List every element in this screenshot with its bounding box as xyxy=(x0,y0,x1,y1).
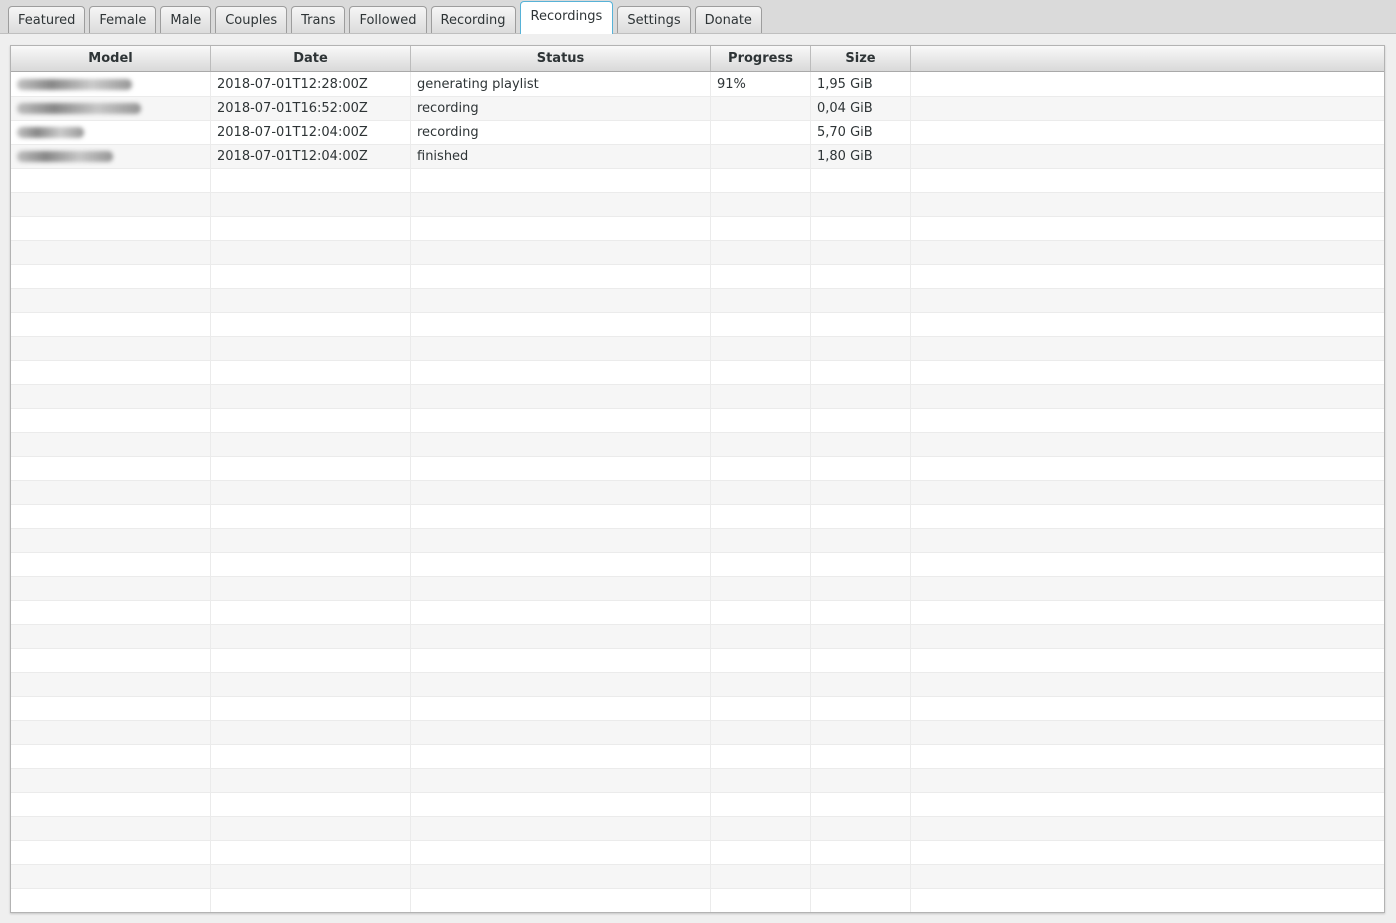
tab-female[interactable]: Female xyxy=(89,6,157,33)
tab-label: Male xyxy=(170,12,202,28)
empty-row xyxy=(11,864,1384,888)
table-row[interactable]: 2018-07-01T12:04:00Z finished 1,80 GiB xyxy=(11,144,1384,168)
empty-row xyxy=(11,408,1384,432)
date-cell: 2018-07-01T16:52:00Z xyxy=(211,97,411,120)
column-header-status[interactable]: Status xyxy=(411,46,711,71)
filler-cell xyxy=(911,97,1384,120)
progress-cell xyxy=(711,145,811,168)
tab-label: Trans xyxy=(301,12,336,28)
tab-label: Couples xyxy=(225,12,278,28)
table-row[interactable]: 2018-07-01T12:28:00Z generating playlist… xyxy=(11,72,1384,96)
table-body: 2018-07-01T12:28:00Z generating playlist… xyxy=(11,72,1384,912)
tab-male[interactable]: Male xyxy=(160,6,212,33)
redacted-model-name xyxy=(17,78,132,90)
status-cell: recording xyxy=(411,121,711,144)
recordings-table: Model Date Status Progress Size 2018-07-… xyxy=(10,45,1385,913)
size-cell: 5,70 GiB xyxy=(811,121,911,144)
empty-row xyxy=(11,792,1384,816)
tab-recordings[interactable]: Recordings xyxy=(519,1,614,34)
empty-row xyxy=(11,840,1384,864)
empty-row xyxy=(11,672,1384,696)
model-cell xyxy=(11,97,211,120)
date-cell: 2018-07-01T12:04:00Z xyxy=(211,145,411,168)
empty-row xyxy=(11,504,1384,528)
date-cell: 2018-07-01T12:04:00Z xyxy=(211,121,411,144)
tab-label: Recording xyxy=(440,12,506,28)
empty-row xyxy=(11,384,1384,408)
empty-row xyxy=(11,888,1384,912)
model-cell xyxy=(11,145,211,168)
empty-row xyxy=(11,240,1384,264)
tab-label: Donate xyxy=(704,12,752,28)
progress-cell xyxy=(711,97,811,120)
tab-settings[interactable]: Settings xyxy=(617,6,691,33)
empty-row xyxy=(11,624,1384,648)
tab-trans[interactable]: Trans xyxy=(291,6,346,33)
model-cell xyxy=(11,121,211,144)
empty-row xyxy=(11,576,1384,600)
empty-row xyxy=(11,528,1384,552)
column-header-progress[interactable]: Progress xyxy=(711,46,811,71)
empty-row xyxy=(11,768,1384,792)
tab-label: Settings xyxy=(627,12,681,28)
empty-row xyxy=(11,288,1384,312)
tab-bar: Featured Female Male Couples Trans Follo… xyxy=(0,0,1396,34)
tab-label: Featured xyxy=(18,12,76,28)
status-cell: recording xyxy=(411,97,711,120)
tab-donate[interactable]: Donate xyxy=(694,6,762,33)
table-header: Model Date Status Progress Size xyxy=(11,46,1384,72)
size-cell: 0,04 GiB xyxy=(811,97,911,120)
empty-row xyxy=(11,456,1384,480)
table-row[interactable]: 2018-07-01T16:52:00Z recording 0,04 GiB xyxy=(11,96,1384,120)
column-header-date[interactable]: Date xyxy=(211,46,411,71)
status-cell: generating playlist xyxy=(411,72,711,96)
empty-row xyxy=(11,336,1384,360)
date-cell: 2018-07-01T12:28:00Z xyxy=(211,72,411,96)
empty-row xyxy=(11,192,1384,216)
redacted-model-name xyxy=(17,151,113,162)
table-row[interactable]: 2018-07-01T12:04:00Z recording 5,70 GiB xyxy=(11,120,1384,144)
tab-label: Female xyxy=(99,12,147,28)
tab-featured[interactable]: Featured xyxy=(8,6,86,33)
status-cell: finished xyxy=(411,145,711,168)
column-header-size[interactable]: Size xyxy=(811,46,911,71)
column-header-model[interactable]: Model xyxy=(11,46,211,71)
empty-row xyxy=(11,744,1384,768)
tab-couples[interactable]: Couples xyxy=(215,6,288,33)
empty-row xyxy=(11,720,1384,744)
redacted-model-name xyxy=(17,127,84,138)
filler-cell xyxy=(911,72,1384,96)
empty-row xyxy=(11,168,1384,192)
tab-label: Followed xyxy=(359,12,417,28)
tab-label: Recordings xyxy=(530,9,603,24)
empty-row xyxy=(11,216,1384,240)
tab-recording[interactable]: Recording xyxy=(430,6,516,33)
empty-row xyxy=(11,432,1384,456)
size-cell: 1,80 GiB xyxy=(811,145,911,168)
empty-row xyxy=(11,696,1384,720)
progress-cell: 91% xyxy=(711,72,811,96)
progress-cell xyxy=(711,121,811,144)
empty-row xyxy=(11,264,1384,288)
filler-cell xyxy=(911,145,1384,168)
empty-row xyxy=(11,600,1384,624)
empty-row xyxy=(11,816,1384,840)
empty-row xyxy=(11,360,1384,384)
empty-row xyxy=(11,648,1384,672)
filler-cell xyxy=(911,121,1384,144)
empty-row xyxy=(11,552,1384,576)
column-header-filler[interactable] xyxy=(911,46,1384,71)
size-cell: 1,95 GiB xyxy=(811,72,911,96)
model-cell xyxy=(11,72,211,96)
redacted-model-name xyxy=(17,103,141,114)
empty-row xyxy=(11,480,1384,504)
tab-followed[interactable]: Followed xyxy=(349,6,427,33)
empty-row xyxy=(11,312,1384,336)
